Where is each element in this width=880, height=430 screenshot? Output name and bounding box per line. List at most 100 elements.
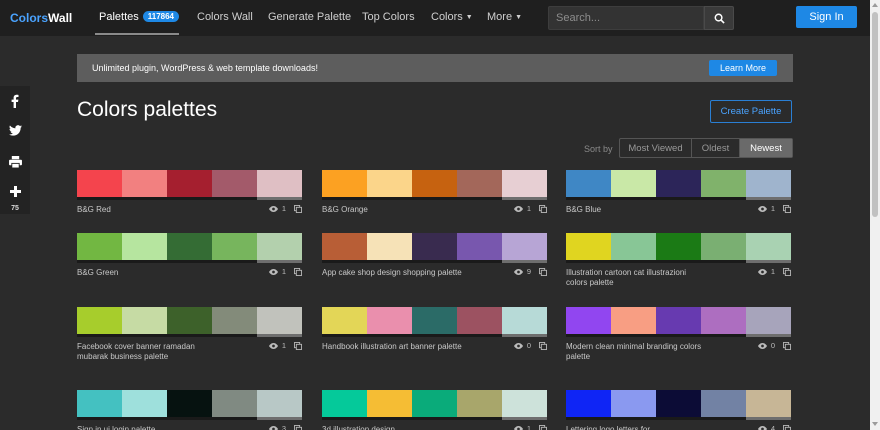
palette-name[interactable]: Facebook cover banner ramadan mubarak bu… xyxy=(77,342,217,362)
color-swatch[interactable] xyxy=(701,307,746,334)
palette-card[interactable]: B&G Blue 1 xyxy=(566,170,791,214)
copy-icon[interactable] xyxy=(294,424,302,430)
palette-swatches[interactable] xyxy=(77,307,302,334)
palette-name[interactable]: 3d illustration design xyxy=(322,425,462,430)
color-swatch[interactable] xyxy=(122,170,167,197)
palette-name[interactable]: B&G Green xyxy=(77,268,217,278)
palette-swatches[interactable] xyxy=(322,307,547,334)
color-swatch[interactable] xyxy=(502,390,547,417)
palette-swatches[interactable] xyxy=(77,233,302,260)
palette-name[interactable]: App cake shop design shopping palette xyxy=(322,268,462,278)
palette-swatches[interactable] xyxy=(322,390,547,417)
color-swatch[interactable] xyxy=(611,307,656,334)
create-palette-button[interactable]: Create Palette xyxy=(710,100,792,123)
palette-card[interactable]: B&G Orange 1 xyxy=(322,170,547,214)
color-swatch[interactable] xyxy=(611,390,656,417)
color-swatch[interactable] xyxy=(656,233,701,260)
sort-oldest[interactable]: Oldest xyxy=(692,139,740,157)
color-swatch[interactable] xyxy=(701,170,746,197)
learn-more-button[interactable]: Learn More xyxy=(709,60,777,76)
copy-icon[interactable] xyxy=(539,424,547,430)
color-swatch[interactable] xyxy=(746,170,791,197)
palette-name[interactable]: B&G Orange xyxy=(322,205,462,215)
color-swatch[interactable] xyxy=(212,307,257,334)
brand-logo[interactable]: ColorsWall xyxy=(10,11,72,25)
palette-card[interactable]: Modern clean minimal branding colors pal… xyxy=(566,307,791,361)
palette-name[interactable]: Handbook illustration art banner palette xyxy=(322,342,462,352)
palette-swatches[interactable] xyxy=(77,390,302,417)
copy-icon[interactable] xyxy=(294,341,302,350)
color-swatch[interactable] xyxy=(367,170,412,197)
page-scrollbar[interactable] xyxy=(870,0,880,430)
copy-icon[interactable] xyxy=(539,267,547,276)
palette-card[interactable]: Sign in ui login palette 3 xyxy=(77,390,302,430)
nav-top-colors[interactable]: Top Colors xyxy=(362,11,415,23)
color-swatch[interactable] xyxy=(502,170,547,197)
color-swatch[interactable] xyxy=(457,390,502,417)
color-swatch[interactable] xyxy=(322,233,367,260)
palette-card[interactable]: B&G Green 1 xyxy=(77,233,302,277)
palette-name[interactable]: B&G Blue xyxy=(566,205,706,215)
copy-icon[interactable] xyxy=(783,424,791,430)
palette-swatches[interactable] xyxy=(566,307,791,334)
color-swatch[interactable] xyxy=(457,170,502,197)
color-swatch[interactable] xyxy=(122,233,167,260)
palette-card[interactable]: Handbook illustration art banner palette… xyxy=(322,307,547,351)
color-swatch[interactable] xyxy=(566,307,611,334)
search-input[interactable] xyxy=(548,6,704,30)
sort-newest[interactable]: Newest xyxy=(740,139,792,157)
copy-icon[interactable] xyxy=(783,341,791,350)
palette-name[interactable]: Sign in ui login palette xyxy=(77,425,217,430)
copy-icon[interactable] xyxy=(539,341,547,350)
color-swatch[interactable] xyxy=(611,233,656,260)
palette-card[interactable]: Lettering logo letters for 4 xyxy=(566,390,791,430)
color-swatch[interactable] xyxy=(167,233,212,260)
color-swatch[interactable] xyxy=(367,390,412,417)
color-swatch[interactable] xyxy=(322,307,367,334)
color-swatch[interactable] xyxy=(457,307,502,334)
palette-swatches[interactable] xyxy=(322,170,547,197)
scroll-thumb[interactable] xyxy=(872,12,878,217)
color-swatch[interactable] xyxy=(212,233,257,260)
palette-card[interactable]: B&G Red 1 xyxy=(77,170,302,214)
nav-more-dropdown[interactable]: More ▼ xyxy=(487,11,522,23)
nav-colors-dropdown[interactable]: Colors ▼ xyxy=(431,11,473,23)
color-swatch[interactable] xyxy=(167,170,212,197)
scroll-up-arrow-icon[interactable] xyxy=(872,3,878,7)
color-swatch[interactable] xyxy=(257,390,302,417)
scroll-down-arrow-icon[interactable] xyxy=(872,422,878,426)
palette-card[interactable]: 3d illustration design 1 xyxy=(322,390,547,430)
palette-name[interactable]: Modern clean minimal branding colors pal… xyxy=(566,342,706,362)
nav-colors-wall[interactable]: Colors Wall xyxy=(197,11,253,23)
color-swatch[interactable] xyxy=(122,307,167,334)
facebook-share-button[interactable] xyxy=(0,94,30,108)
color-swatch[interactable] xyxy=(611,170,656,197)
color-swatch[interactable] xyxy=(701,390,746,417)
color-swatch[interactable] xyxy=(502,307,547,334)
color-swatch[interactable] xyxy=(77,170,122,197)
color-swatch[interactable] xyxy=(746,233,791,260)
color-swatch[interactable] xyxy=(212,390,257,417)
copy-icon[interactable] xyxy=(783,204,791,213)
color-swatch[interactable] xyxy=(122,390,167,417)
palette-card[interactable]: Facebook cover banner ramadan mubarak bu… xyxy=(77,307,302,361)
color-swatch[interactable] xyxy=(257,233,302,260)
color-swatch[interactable] xyxy=(257,307,302,334)
color-swatch[interactable] xyxy=(257,170,302,197)
color-swatch[interactable] xyxy=(457,233,502,260)
color-swatch[interactable] xyxy=(656,390,701,417)
palette-card[interactable]: Illustration cartoon cat illustrazioni c… xyxy=(566,233,791,287)
twitter-share-button[interactable] xyxy=(0,125,30,136)
color-swatch[interactable] xyxy=(656,170,701,197)
copy-icon[interactable] xyxy=(539,204,547,213)
color-swatch[interactable] xyxy=(212,170,257,197)
color-swatch[interactable] xyxy=(746,307,791,334)
color-swatch[interactable] xyxy=(167,390,212,417)
color-swatch[interactable] xyxy=(566,233,611,260)
nav-palettes[interactable]: Palettes 117864 xyxy=(99,11,180,23)
sign-in-button[interactable]: Sign In xyxy=(796,6,857,28)
palette-swatches[interactable] xyxy=(566,170,791,197)
color-swatch[interactable] xyxy=(412,307,457,334)
copy-icon[interactable] xyxy=(294,204,302,213)
print-button[interactable] xyxy=(0,156,30,168)
